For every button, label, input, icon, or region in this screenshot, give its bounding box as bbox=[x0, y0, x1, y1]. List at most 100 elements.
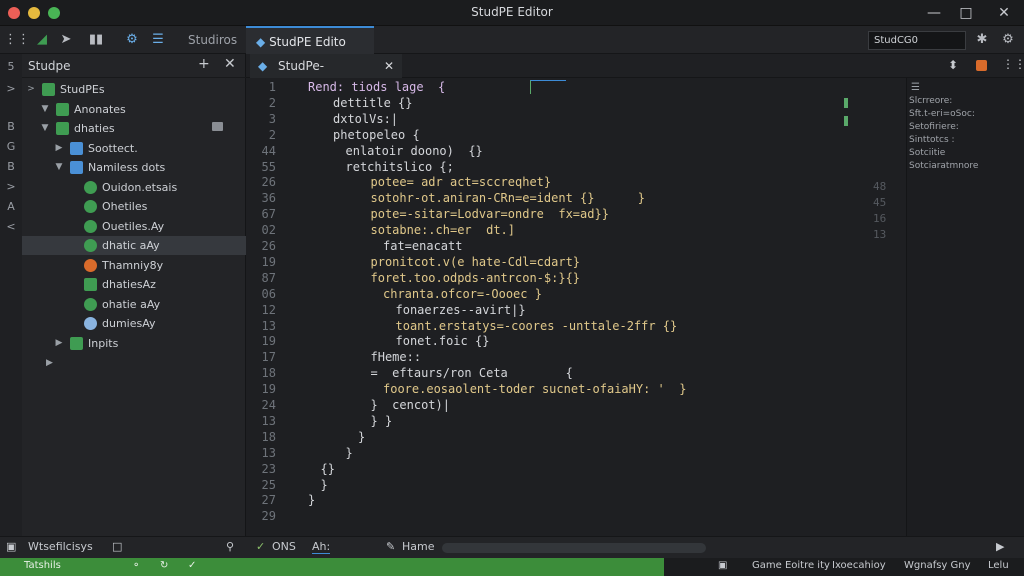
code-line[interactable]: fHeme:: bbox=[371, 350, 422, 364]
code-line[interactable]: chranta.ofcor=-Oooec } bbox=[383, 287, 542, 301]
tree-item[interactable]: dumiesAy bbox=[22, 314, 246, 333]
panel-tab-ah[interactable]: Ah: bbox=[312, 540, 331, 554]
tree-item[interactable]: ▼ Namiless dots bbox=[22, 158, 246, 177]
close-icon[interactable]: ✕ bbox=[994, 3, 1014, 23]
branch-icon[interactable]: ⚬ bbox=[132, 560, 140, 571]
status-item[interactable]: Lelu bbox=[988, 560, 1009, 571]
checkbox-icon[interactable]: □ bbox=[112, 540, 122, 553]
tree-item[interactable]: dhatiesAz bbox=[22, 275, 246, 294]
tree-item[interactable]: ohatie aAy bbox=[22, 295, 246, 314]
panel-icon[interactable]: ▮▮ bbox=[86, 30, 106, 50]
tree-item[interactable]: ▶ Soottect. bbox=[22, 139, 246, 158]
panel-tab-hame[interactable]: Hame bbox=[402, 540, 435, 553]
code-line[interactable]: phetopeleo { bbox=[333, 128, 420, 142]
grid-icon[interactable]: ⋮⋮ bbox=[4, 30, 30, 50]
add-icon[interactable]: + bbox=[198, 56, 210, 72]
activity-item[interactable]: B bbox=[0, 160, 22, 173]
code-line[interactable]: toant.erstatys=-coores -unttale-2ffr {} bbox=[396, 319, 678, 333]
activity-item[interactable]: > bbox=[0, 82, 22, 95]
editor-tab[interactable]: ◆ StudPe- ✕ bbox=[250, 54, 402, 78]
code-line[interactable]: } cencot)| bbox=[371, 398, 450, 412]
tree-item[interactable]: ▶ Inpits bbox=[22, 334, 246, 353]
outline-item[interactable]: Setofiriere: bbox=[909, 122, 1009, 132]
activity-item[interactable]: B bbox=[0, 120, 22, 133]
twisty-icon[interactable]: ▶ bbox=[54, 139, 64, 158]
code-line[interactable]: fonaerzes--avirt|} bbox=[396, 303, 526, 317]
maximize-icon[interactable]: □ bbox=[956, 3, 976, 23]
check-icon[interactable]: ✓ bbox=[256, 540, 265, 553]
outline-item[interactable]: Sft.t-eri=oSoc: bbox=[909, 109, 1009, 119]
check-icon[interactable]: ✓ bbox=[188, 560, 196, 571]
tree-item[interactable]: Ouetiles.Ay bbox=[22, 217, 246, 236]
code-line[interactable]: } bbox=[308, 493, 315, 507]
panel-tab-ons[interactable]: ONS bbox=[272, 540, 296, 553]
collapse-icon[interactable]: ✕ bbox=[224, 56, 236, 72]
puzzle-icon[interactable]: ⚙ bbox=[122, 30, 142, 50]
tab-studiros[interactable]: Studiros bbox=[178, 26, 247, 54]
outline-header-icon[interactable]: ☰ bbox=[911, 82, 920, 93]
tree-item[interactable]: dhatic aAy bbox=[22, 236, 246, 255]
tab-studpe-editor[interactable]: ◆ StudPE Edito ✕ bbox=[246, 26, 374, 77]
code-line[interactable]: fat=enacatt bbox=[383, 239, 462, 253]
code-line[interactable]: pronitcot.v(e hate-Cdl=cdart} bbox=[371, 255, 581, 269]
twisty-icon[interactable]: > bbox=[26, 80, 36, 99]
code-line[interactable]: foore.eosaolent-toder sucnet-ofaiaHY: ' … bbox=[383, 382, 686, 396]
arrow-right-icon[interactable]: ➤ bbox=[56, 30, 76, 50]
collapsed-twisty-icon[interactable]: ▶ bbox=[46, 358, 53, 368]
tree-item[interactable]: Ohetiles bbox=[22, 197, 246, 216]
twisty-icon[interactable]: ▶ bbox=[54, 334, 64, 353]
activity-item[interactable]: < bbox=[0, 220, 22, 233]
status-item[interactable]: Ixoecahioy bbox=[832, 560, 886, 571]
status-item[interactable]: Wgnafsy Gny bbox=[904, 560, 971, 571]
tree-item[interactable]: Thamniy8y bbox=[22, 256, 246, 275]
code-line[interactable]: {} bbox=[321, 462, 335, 476]
twisty-icon[interactable]: ▼ bbox=[54, 158, 64, 177]
more-icon[interactable]: ⋮⋮ bbox=[1002, 57, 1024, 71]
outline-item[interactable]: Slcrreore: bbox=[909, 96, 1009, 106]
settings-icon[interactable]: ⚙ bbox=[998, 30, 1018, 50]
folder-icon[interactable] bbox=[212, 122, 223, 131]
code-line[interactable]: foret.too.odpds-antrcon-$:}{} bbox=[371, 271, 581, 285]
code-editor[interactable]: 1 Rend: tiods lage {2 dettitle {} 3 dxtolVs:… bbox=[246, 78, 906, 536]
activity-item[interactable]: 5 bbox=[0, 60, 22, 73]
minimize-icon[interactable]: — bbox=[924, 3, 944, 23]
split-icon[interactable]: ⬍ bbox=[948, 58, 958, 72]
code-line[interactable]: fonet.foic {} bbox=[396, 334, 490, 348]
folder-icon[interactable]: ◢ bbox=[32, 30, 52, 50]
code-line[interactable]: sotohr-ot.aniran-CRn=e=ident {} } bbox=[371, 191, 646, 205]
tree-item[interactable]: ▼ Anonates bbox=[22, 100, 246, 119]
search-icon[interactable]: ⚲ bbox=[226, 540, 234, 553]
outline-item[interactable]: Sotciitie bbox=[909, 148, 1009, 158]
code-line[interactable]: } bbox=[346, 446, 353, 460]
activity-item[interactable]: A bbox=[0, 200, 22, 213]
sync-icon[interactable]: ↻ bbox=[160, 560, 168, 571]
outline-item[interactable]: Sotciaratmnore bbox=[909, 161, 1009, 171]
code-line[interactable]: sotabne:.ch=er dt.] bbox=[371, 223, 516, 237]
code-line[interactable]: potee= adr act=sccreqhet} bbox=[371, 175, 552, 189]
code-line[interactable]: = eftaurs/ron Ceta { bbox=[371, 366, 573, 380]
twisty-icon[interactable]: ▼ bbox=[40, 100, 50, 119]
code-line[interactable]: } bbox=[358, 430, 365, 444]
code-line[interactable]: } } bbox=[371, 414, 393, 428]
debug-icon[interactable]: ☰ bbox=[148, 30, 168, 50]
code-line[interactable]: pote=-sitar=Lodvar=ondre fx=ad}} bbox=[371, 207, 609, 221]
play-icon[interactable]: ▶ bbox=[996, 540, 1004, 553]
edit-icon[interactable]: ✎ bbox=[386, 540, 395, 553]
outline-item[interactable]: Sinttotcs : bbox=[909, 135, 1009, 145]
status-item[interactable]: Game Eoitre ity bbox=[752, 560, 830, 571]
extensions-icon[interactable]: ✱ bbox=[972, 30, 992, 50]
tree-item[interactable]: > StudPEs bbox=[22, 80, 246, 99]
activity-item[interactable]: G bbox=[0, 140, 22, 153]
activity-item[interactable]: > bbox=[0, 180, 22, 193]
panel-icon[interactable]: ▣ bbox=[6, 540, 16, 553]
lock-icon[interactable]: ▣ bbox=[718, 560, 727, 571]
code-line[interactable]: } bbox=[321, 478, 328, 492]
code-line[interactable]: dxtolVs:| bbox=[333, 112, 398, 126]
code-line[interactable]: dettitle {} bbox=[333, 96, 412, 110]
code-line[interactable]: retchitslico {; bbox=[346, 160, 454, 174]
search-input[interactable]: StudCG0 bbox=[868, 31, 966, 50]
horizontal-scrollbar[interactable] bbox=[442, 543, 706, 553]
twisty-icon[interactable]: ▼ bbox=[40, 119, 50, 138]
run-icon[interactable] bbox=[976, 60, 987, 71]
tree-item[interactable]: Ouidon.etsais bbox=[22, 178, 246, 197]
